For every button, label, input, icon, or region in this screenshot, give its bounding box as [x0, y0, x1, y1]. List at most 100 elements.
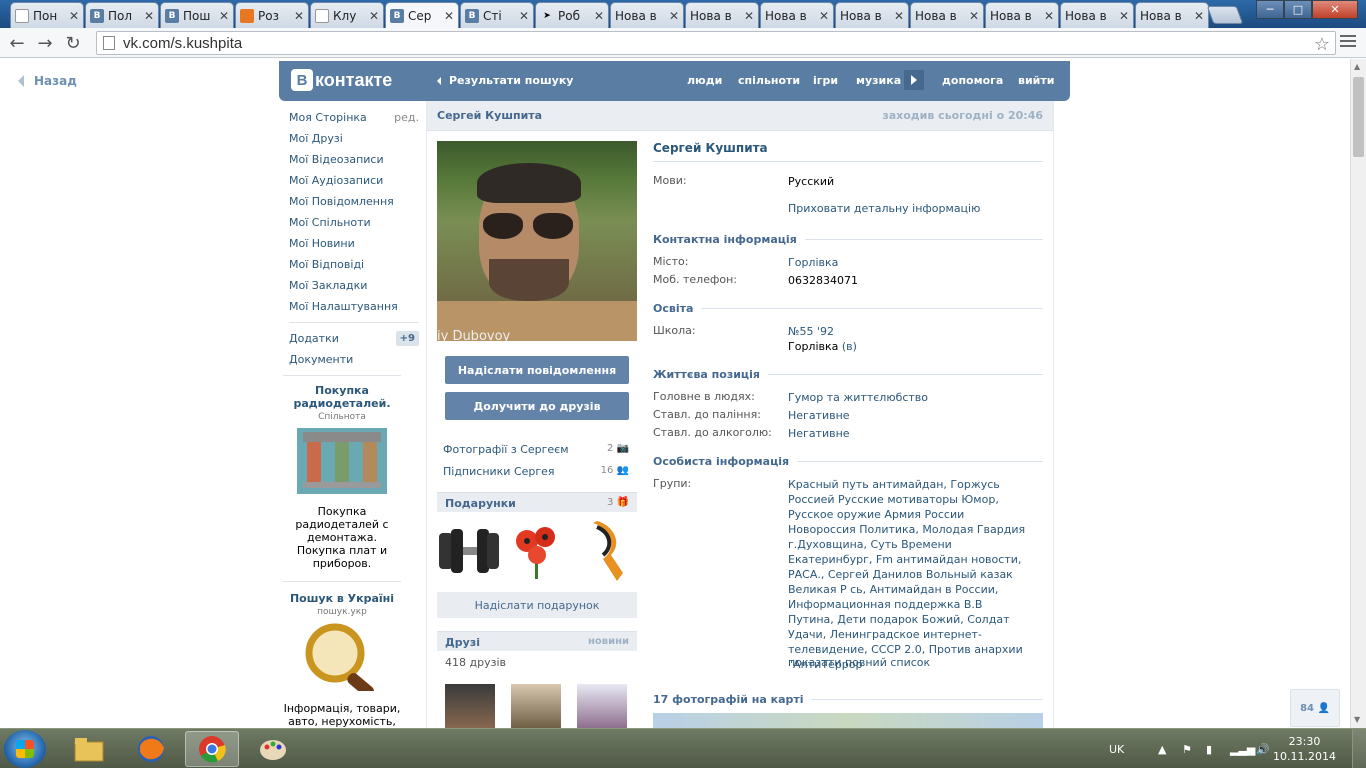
minimize-button[interactable]: ─ — [1256, 0, 1284, 19]
close-tab-icon[interactable]: ✕ — [219, 9, 229, 23]
scroll-down-icon[interactable]: ▼ — [1354, 715, 1360, 724]
followers-link[interactable]: Підписники Сергея 16 👥 — [443, 465, 629, 478]
magnifier-image[interactable] — [297, 621, 387, 698]
menu-icon[interactable] — [1340, 35, 1356, 50]
browser-tab[interactable]: ➤ Роб ✕ — [535, 2, 609, 28]
ad-block[interactable]: Пошук в Україні пошук.укр Інформація, то… — [283, 592, 401, 728]
close-tab-icon[interactable]: ✕ — [744, 9, 754, 23]
profile-photo[interactable]: iy Dubovoy — [437, 141, 637, 341]
sidebar-item-my-page[interactable]: Моя Сторінка ред. — [289, 107, 419, 128]
explorer-icon[interactable] — [62, 731, 116, 767]
browser-tab[interactable]: Нова в ✕ — [760, 2, 834, 28]
friends-header[interactable]: Друзі новини — [437, 631, 637, 651]
close-tab-icon[interactable]: ✕ — [669, 9, 679, 23]
close-tab-icon[interactable]: ✕ — [969, 9, 979, 23]
sidebar-item-messages[interactable]: Мої Повідомлення — [289, 191, 419, 212]
add-friend-button[interactable]: Долучити до друзів — [445, 392, 629, 420]
sidebar-item-news[interactable]: Мої Новини — [289, 233, 419, 254]
close-tab-icon[interactable]: ✕ — [444, 9, 454, 23]
sidebar-item-settings[interactable]: Мої Налаштування — [289, 296, 419, 317]
close-tab-icon[interactable]: ✕ — [894, 9, 904, 23]
close-tab-icon[interactable]: ✕ — [819, 9, 829, 23]
poppies-gift[interactable] — [505, 519, 569, 583]
close-window-button[interactable]: ✕ — [1312, 0, 1358, 19]
sidebar-item-bookmarks[interactable]: Мої Закладки — [289, 275, 419, 296]
close-tab-icon[interactable]: ✕ — [1194, 9, 1204, 23]
browser-tab[interactable]: В Сті ✕ — [460, 2, 534, 28]
send-message-button[interactable]: Надіслати повідомлення — [445, 356, 629, 384]
browser-tab[interactable]: Нова в ✕ — [910, 2, 984, 28]
groups-list[interactable]: Красный путь антимайдан, Горжусь Россией… — [788, 477, 1028, 672]
close-tab-icon[interactable]: ✕ — [369, 9, 379, 23]
browser-tab[interactable]: Нова в ✕ — [1135, 2, 1209, 28]
tray-arrow-icon[interactable]: ▲ — [1158, 729, 1166, 768]
browser-tab[interactable]: Клу ✕ — [310, 2, 384, 28]
sidebar-item-audio[interactable]: Мої Аудіозаписи — [289, 170, 419, 191]
browser-tab[interactable]: Нова в ✕ — [835, 2, 909, 28]
browser-tab[interactable]: В Пош ✕ — [160, 2, 234, 28]
close-tab-icon[interactable]: ✕ — [1044, 9, 1054, 23]
search-results-link[interactable]: Результати пошуку — [437, 74, 573, 87]
friend-avatar[interactable] — [445, 684, 495, 728]
volume-icon[interactable]: 🔊 — [1256, 729, 1270, 768]
clock[interactable]: 23:30 10.11.2014 — [1273, 734, 1336, 764]
address-bar[interactable]: vk.com/s.kushpita — [96, 31, 1336, 55]
nav-help[interactable]: допомога — [942, 74, 1003, 87]
start-button[interactable] — [4, 730, 46, 768]
nav-music[interactable]: музика — [856, 74, 901, 87]
close-tab-icon[interactable]: ✕ — [594, 9, 604, 23]
online-friends-button[interactable]: 84 👤 — [1290, 689, 1340, 727]
paint-icon[interactable] — [246, 731, 300, 767]
sidebar-item-documents[interactable]: Документи — [289, 349, 419, 370]
city-link[interactable]: Горлівка — [788, 255, 1028, 270]
browser-tab[interactable]: Нова в ✕ — [985, 2, 1059, 28]
friends-news-link[interactable]: новини — [588, 636, 629, 647]
school-link[interactable]: №55 '92 — [788, 324, 1028, 339]
back-link[interactable]: Назад — [18, 74, 77, 88]
photos-with-link[interactable]: Фотографії з Сергеєм 2 📷 — [443, 443, 629, 456]
send-gift-button[interactable]: Надіслати подарунок — [437, 592, 637, 618]
nav-games[interactable]: ігри — [813, 74, 838, 87]
network-signal-icon[interactable]: ▂▃▅ — [1230, 729, 1255, 768]
browser-tab[interactable]: Нова в ✕ — [685, 2, 759, 28]
chrome-icon[interactable] — [185, 731, 239, 767]
dumbbell-gift[interactable] — [437, 519, 501, 583]
close-tab-icon[interactable]: ✕ — [144, 9, 154, 23]
close-tab-icon[interactable]: ✕ — [69, 9, 79, 23]
browser-tab[interactable]: В Сер ✕ — [385, 2, 459, 29]
back-arrow-icon[interactable]: ← — [6, 32, 28, 54]
photo-map[interactable] — [653, 713, 1043, 728]
scroll-up-icon[interactable]: ▲ — [1354, 62, 1360, 71]
ad-block[interactable]: Покупка радиодеталей. Спільнота Покупка … — [283, 384, 401, 570]
tray-flag-icon[interactable]: ⚑ — [1182, 729, 1192, 768]
map-section-title[interactable]: 17 фотографій на карті — [653, 693, 1043, 706]
new-tab-button[interactable] — [1206, 6, 1244, 24]
ribbon-gift[interactable] — [573, 519, 637, 583]
scrollbar[interactable]: ▲ ▼ — [1350, 59, 1366, 728]
reload-icon[interactable]: ↻ — [62, 32, 84, 54]
browser-tab[interactable]: Роз ✕ — [235, 2, 309, 28]
edit-link[interactable]: ред. — [394, 107, 419, 128]
sidebar-item-friends[interactable]: Мої Друзі — [289, 128, 419, 149]
vk-logo[interactable]: В контакте — [291, 69, 392, 91]
browser-tab[interactable]: Пон ✕ — [10, 2, 84, 28]
nav-people[interactable]: люди — [687, 74, 722, 87]
ad-title[interactable]: Покупка радиодеталей. — [283, 384, 401, 410]
friend-avatar[interactable] — [577, 684, 627, 728]
browser-tab[interactable]: Нова в ✕ — [1060, 2, 1134, 28]
scrollbar-thumb[interactable] — [1353, 77, 1364, 157]
close-tab-icon[interactable]: ✕ — [1119, 9, 1129, 23]
gifts-header[interactable]: Подарунки 3 🎁 — [437, 492, 637, 512]
nav-communities[interactable]: спільноти — [738, 74, 800, 87]
sidebar-item-apps[interactable]: Додатки +9 — [289, 328, 419, 349]
radio-parts-image[interactable] — [297, 428, 387, 494]
school-city-link[interactable]: Горлівка — [788, 340, 838, 353]
language-indicator[interactable]: UK — [1109, 729, 1124, 768]
nav-logout[interactable]: вийти — [1018, 74, 1054, 87]
maximize-button[interactable]: □ — [1284, 0, 1312, 19]
show-desktop-button[interactable] — [1352, 729, 1366, 768]
sidebar-item-videos[interactable]: Мої Відеозаписи — [289, 149, 419, 170]
play-icon[interactable] — [904, 70, 924, 90]
close-tab-icon[interactable]: ✕ — [294, 9, 304, 23]
forward-arrow-icon[interactable]: → — [34, 32, 56, 54]
